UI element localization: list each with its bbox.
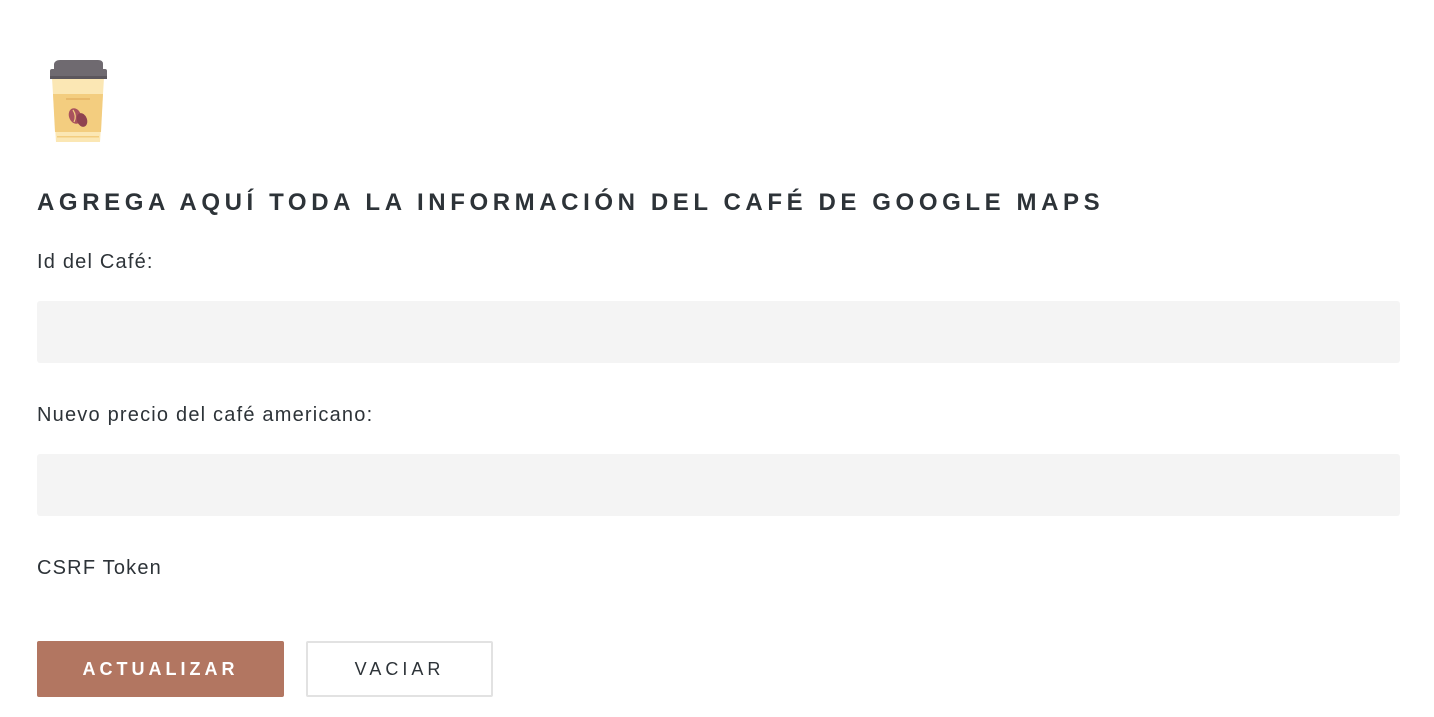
coffee-cup-icon xyxy=(50,60,107,142)
cafe-id-label: Id del Café: xyxy=(37,251,154,273)
americano-price-label: Nuevo precio del café americano: xyxy=(37,404,374,426)
csrf-token-label: CSRF Token xyxy=(37,557,163,579)
americano-price-input[interactable] xyxy=(37,454,1400,516)
clear-button[interactable]: VACIAR xyxy=(306,641,493,697)
coffee-cup-logo xyxy=(46,58,110,146)
update-button[interactable]: ACTUALIZAR xyxy=(37,641,284,697)
cafe-id-input[interactable] xyxy=(37,301,1400,363)
form-title: AGREGA AQUÍ TODA LA INFORMACIÓN DEL CAFÉ… xyxy=(37,189,1105,216)
